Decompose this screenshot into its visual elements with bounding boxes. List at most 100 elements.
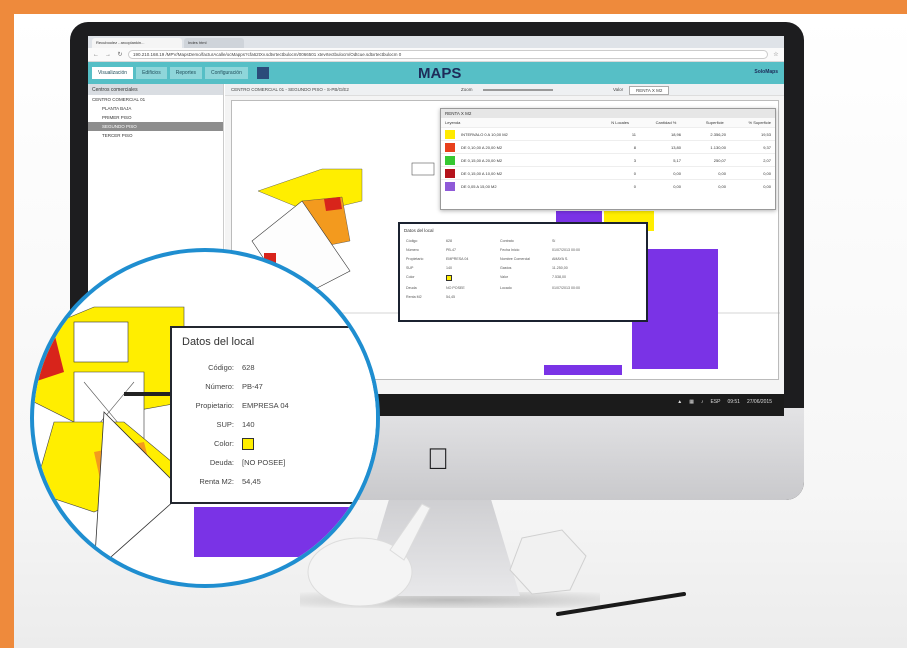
plan-violet-strip bbox=[544, 365, 622, 375]
network-icon[interactable]: ▦ bbox=[689, 399, 694, 405]
address-bar[interactable]: 190.210.168.19 /MPV/MapsDemo/facturAcall… bbox=[128, 50, 768, 59]
printer-icon[interactable] bbox=[256, 67, 269, 79]
zoom-field-value: PB-47 bbox=[242, 382, 263, 391]
legend-row-pct: 0,00 bbox=[673, 170, 681, 176]
zoom-dark-strip bbox=[124, 392, 172, 396]
browser-tab[interactable]: Recuboolez - arcoplankin... bbox=[92, 38, 182, 48]
legend-panel: RENTA X M2 Leyenda N Locales Cantidad % … bbox=[440, 108, 776, 210]
legend-row-pct: 5,17 bbox=[673, 157, 681, 163]
brand-logo: SoloMaps bbox=[754, 69, 778, 75]
tree-item-primer-piso[interactable]: PRIMER PISO bbox=[88, 113, 223, 122]
field-label: Número bbox=[406, 248, 419, 252]
local-popup-title: Datos del local bbox=[404, 228, 434, 233]
legend-row-pct-sup: 0,00 bbox=[763, 170, 771, 176]
desk-props bbox=[307, 503, 686, 616]
field-label: Valor bbox=[500, 275, 509, 279]
color-swatch bbox=[446, 275, 452, 281]
zoom-field-row: SUP: 140 bbox=[182, 415, 370, 434]
reload-icon[interactable]: ↻ bbox=[116, 51, 124, 59]
clock-date[interactable]: 27/06/2015 bbox=[747, 399, 772, 405]
zoom-local-popup: Datos del local Código: 628 Número: PB-4… bbox=[170, 326, 376, 504]
legend-column-headers: Leyenda N Locales Cantidad % Superficie … bbox=[441, 118, 775, 127]
legend-row-n: 0 bbox=[633, 183, 636, 189]
legend-row-sup: 0,00 bbox=[718, 170, 726, 176]
tree-item-tercer-piso[interactable]: TERCER PISO bbox=[88, 131, 223, 140]
zoom-color-swatch bbox=[242, 437, 254, 450]
zoom-field-value: 54,45 bbox=[242, 477, 261, 486]
legend-row-sup: 2.356,20 bbox=[710, 131, 726, 137]
field-value: 140 bbox=[446, 266, 452, 270]
zoom-field-row: Renta M2: 54,45 bbox=[182, 472, 370, 491]
address-row: ← → ↻ 190.210.168.19 /MPV/MapsDemo/factu… bbox=[88, 48, 784, 62]
legend-swatch bbox=[445, 181, 455, 191]
clock-time[interactable]: 09:51 bbox=[727, 399, 740, 405]
volume-icon[interactable]: ♪ bbox=[701, 399, 704, 405]
browser-tab[interactable]: Indes html bbox=[184, 38, 244, 48]
map-breadcrumb: CENTRO COMERCIAL 01 - SEGUNDO PISO - S-P… bbox=[231, 87, 349, 92]
field-label: Color bbox=[406, 275, 415, 279]
forward-icon[interactable]: → bbox=[104, 51, 112, 59]
local-popup-fields: Código 628 Contrato Sí Número PB-47 Fech… bbox=[400, 237, 646, 301]
legend-row-n: 0 bbox=[633, 170, 636, 176]
field-label: Locado bbox=[500, 286, 512, 290]
field-label: Contrato bbox=[500, 239, 514, 243]
tab-visualizacion[interactable]: Visualización bbox=[92, 67, 134, 79]
legend-swatch bbox=[445, 168, 455, 178]
language-indicator[interactable]: ESP bbox=[710, 399, 720, 405]
zoom-white-room bbox=[73, 321, 129, 363]
tray-icon[interactable]: ▲ bbox=[677, 399, 682, 405]
legend-row-pct-sup: 9,37 bbox=[763, 144, 771, 150]
orange-left-border bbox=[0, 0, 14, 648]
map-toolbar: CENTRO COMERCIAL 01 - SEGUNDO PISO - S-P… bbox=[225, 84, 784, 96]
zoom-field-value: 628 bbox=[242, 363, 255, 372]
zoom-field-label: Color: bbox=[213, 439, 234, 448]
orange-top-border bbox=[0, 0, 907, 14]
legend-col: Superficie bbox=[705, 120, 724, 125]
legend-row[interactable]: INTERVALO 0 A 10,00 M2 11 18,96 2.356,20… bbox=[441, 127, 775, 140]
value-select[interactable]: RENTA X M2 bbox=[629, 86, 670, 95]
legend-swatch bbox=[445, 142, 455, 152]
legend-row[interactable]: DE 0,05 A 15,00 M2 0 0,00 0,00 0,00 bbox=[441, 179, 775, 192]
legend-col: Cantidad % bbox=[655, 120, 677, 125]
legend-row-label: DE 0,15,00 A 20,00 M2 bbox=[461, 157, 503, 163]
field-value: 7.538,00 bbox=[552, 275, 566, 279]
legend-col: % Superficie bbox=[748, 120, 772, 125]
legend-row-n: 3 bbox=[633, 157, 636, 163]
legend-row-sup: 250,07 bbox=[713, 157, 726, 163]
field-value: Sí bbox=[552, 239, 556, 243]
legend-row[interactable]: DE 0,15,00 A 20,00 M2 3 5,17 250,07 2,07 bbox=[441, 153, 775, 166]
tab-configuracion[interactable]: Configuración bbox=[205, 67, 248, 79]
legend-row-n: 8 bbox=[633, 144, 636, 150]
zoom-field-row: Deuda: [NO POSEE] bbox=[182, 453, 370, 472]
value-label: Valor bbox=[613, 87, 624, 92]
plan-red-block bbox=[324, 197, 342, 211]
zoom-field-label: Código: bbox=[208, 363, 234, 372]
legend-row[interactable]: DE 0,10,00 A 20,00 M2 8 13,80 1.130,00 9… bbox=[441, 140, 775, 153]
zoom-slider[interactable] bbox=[483, 89, 553, 91]
legend-row-label: DE 0,05 A 15,00 M2 bbox=[461, 183, 497, 189]
bird-neck bbox=[389, 503, 431, 561]
field-label: Fecha Inicio bbox=[500, 248, 520, 252]
legend-row-sup: 0,00 bbox=[718, 183, 726, 189]
field-label: Nombre Comercial bbox=[500, 257, 530, 261]
legend-row-pct-sup: 0,00 bbox=[763, 183, 771, 189]
legend-row-pct-sup: 19,53 bbox=[760, 131, 771, 137]
zoom-label: Zoom bbox=[461, 87, 473, 92]
legend-swatch bbox=[445, 155, 455, 165]
legend-row-pct: 0,00 bbox=[673, 183, 681, 189]
star-icon[interactable]: ☆ bbox=[772, 51, 780, 59]
field-value: 628 bbox=[446, 239, 452, 243]
tree-item-segundo-piso[interactable]: SEGUNDO PISO bbox=[88, 122, 223, 131]
tree-item-centro[interactable]: CENTRO COMERCIAL 01 bbox=[88, 95, 223, 104]
legend-col: Leyenda bbox=[445, 120, 461, 125]
zoom-field-row: Propietario: EMPRESA 04 bbox=[182, 396, 370, 415]
field-value: 54,45 bbox=[446, 295, 455, 299]
legend-row[interactable]: DE 0,15,00 A 10,00 M2 0 0,00 0,00 0,00 bbox=[441, 166, 775, 179]
tree-item-planta-baja[interactable]: PLANTA BAJA bbox=[88, 104, 223, 113]
field-label: Deuda bbox=[406, 286, 417, 290]
crumpled-paper bbox=[509, 529, 587, 595]
back-icon[interactable]: ← bbox=[92, 51, 100, 59]
tab-edificios[interactable]: Edificios bbox=[136, 67, 167, 79]
legend-row-sup: 1.130,00 bbox=[710, 144, 726, 150]
tab-reportes[interactable]: Reportes bbox=[169, 67, 203, 79]
